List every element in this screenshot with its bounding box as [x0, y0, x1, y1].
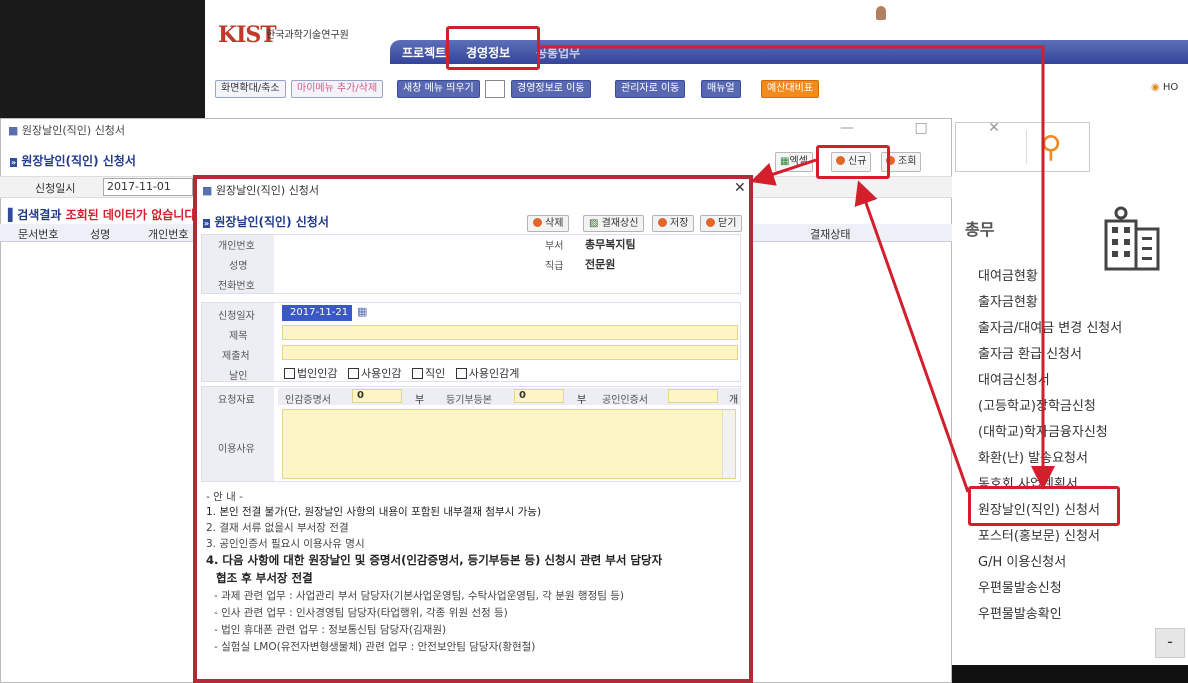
arrow-new-to-dialog [750, 158, 817, 186]
arrow-menu-to-new [854, 180, 970, 493]
arrow-nav-to-menu [540, 45, 1055, 490]
annotation-arrows [540, 45, 1055, 493]
